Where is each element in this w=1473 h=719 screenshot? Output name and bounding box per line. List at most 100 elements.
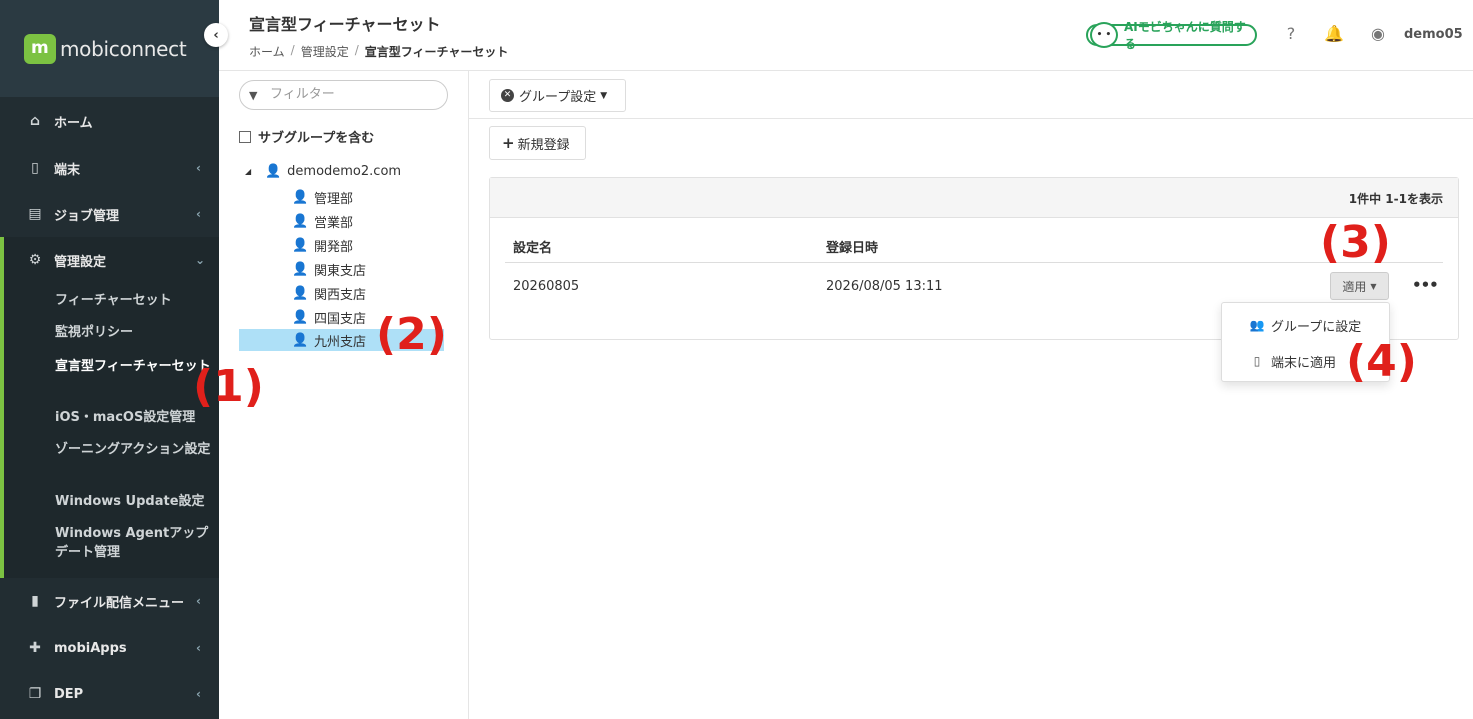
logo-area: mobiconnect: [0, 0, 219, 97]
tree-node[interactable]: 👤 管理部: [292, 186, 472, 208]
chevron-left-icon: ‹: [196, 687, 201, 701]
file-icon: ▮: [31, 593, 39, 609]
more-options-icon[interactable]: •••: [1412, 276, 1439, 294]
sidebar-item-device[interactable]: ▯ 端末 ‹: [0, 145, 219, 191]
tree-node-label: 関東支店: [314, 263, 367, 279]
robot-face-icon: • •: [1090, 22, 1118, 48]
help-icon[interactable]: ?: [1281, 24, 1301, 44]
device-icon: ▯: [1253, 354, 1261, 368]
apply-label: 適用: [1342, 279, 1367, 294]
menu-item-label: グループに設定: [1271, 319, 1362, 335]
user-name[interactable]: demo05: [1404, 27, 1463, 42]
user-icon[interactable]: ◉: [1368, 24, 1388, 44]
chevron-left-icon: ‹: [196, 207, 201, 221]
plus-icon: +: [502, 134, 515, 152]
checkbox[interactable]: [239, 130, 251, 143]
apply-dropdown-button[interactable]: 適用 ▼: [1330, 272, 1389, 300]
sidebar-item-home[interactable]: ⌂ ホーム: [0, 98, 219, 144]
breadcrumb-admin[interactable]: 管理設定: [301, 43, 349, 60]
chevron-left-icon: ‹: [196, 594, 201, 608]
filter-icon: ▼: [249, 89, 258, 102]
column-header-date[interactable]: 登録日時: [826, 237, 878, 256]
sidebar-sub-declarative-featureset[interactable]: 宣言型フィーチャーセット: [55, 357, 215, 376]
breadcrumb: ホーム / 管理設定 / 宣言型フィーチャーセット: [249, 43, 508, 60]
annotation-3: (3): [1320, 217, 1391, 268]
include-subgroups-label: サブグループを含む: [258, 131, 375, 146]
filter-input[interactable]: フィルター: [239, 80, 448, 110]
menu-item-label: 端末に適用: [1271, 355, 1337, 371]
table-header-bar: 1件中 1-1を表示: [490, 178, 1458, 218]
person-icon: 👤: [292, 332, 309, 348]
tree-node-label: 四国支店: [314, 311, 367, 327]
sidebar-group-admin: ⚙ 管理設定 ⌄ フィーチャーセット 監視ポリシー 宣言型フィーチャーセット i…: [0, 237, 219, 578]
tree-root-label: demodemo2.com: [287, 164, 402, 179]
header-divider: [505, 262, 1443, 263]
tree-node[interactable]: 👤 関西支店: [292, 282, 472, 304]
chevron-left-icon: ‹: [213, 27, 219, 43]
logo-icon: [24, 34, 56, 64]
sidebar-item-label: ファイル配信メニュー: [54, 595, 185, 611]
annotation-4: (4): [1346, 336, 1417, 387]
expand-triangle-icon[interactable]: ◢: [245, 167, 251, 176]
tree-node-label: 開発部: [314, 239, 354, 255]
copy-icon: ❐: [28, 686, 42, 702]
menu-item-group-setting[interactable]: 👥 グループに設定: [1222, 312, 1391, 338]
sidebar-item-file-delivery[interactable]: ▮ ファイル配信メニュー ‹: [0, 578, 219, 624]
include-subgroups-checkbox[interactable]: サブグループを含む: [239, 127, 374, 146]
annotation-2: (2): [376, 309, 447, 360]
chevron-left-icon: ‹: [196, 161, 201, 175]
chevron-left-icon: ‹: [196, 641, 201, 655]
users-icon: 👥: [1249, 318, 1265, 332]
sidebar-item-mobiapps[interactable]: ✚ mobiApps ‹: [0, 625, 219, 671]
group-setting-button[interactable]: ✕ グループ設定 ▼: [489, 79, 626, 112]
annotation-1: (1): [193, 361, 264, 412]
person-icon: 👤: [292, 309, 309, 325]
new-register-button[interactable]: + 新規登録: [489, 126, 586, 160]
person-icon: 👤: [292, 285, 309, 301]
content-divider: [469, 118, 1473, 119]
sidebar-sub-windows-update[interactable]: Windows Update設定: [55, 492, 215, 511]
job-icon: ▤: [28, 206, 42, 222]
sidebar-item-label: 端末: [54, 162, 81, 178]
caret-down-icon: ▼: [600, 90, 608, 101]
sidebar: mobiconnect ⌂ ホーム ▯ 端末 ‹ ▤ ジョブ管理 ‹ ⚙ 管理設…: [0, 0, 219, 719]
tree-root[interactable]: ◢ 👤 demodemo2.com: [245, 164, 401, 179]
ai-assistant-button[interactable]: • • AIモビちゃんに質問する: [1086, 20, 1257, 51]
tree-node[interactable]: 👤 開発部: [292, 234, 472, 256]
sidebar-sub-featureset[interactable]: フィーチャーセット: [55, 291, 215, 310]
tree-node[interactable]: 👤 関東支店: [292, 258, 472, 280]
close-circle-icon: ✕: [501, 89, 514, 102]
page-title: 宣言型フィーチャーセット: [249, 15, 441, 34]
logo-text: mobiconnect: [60, 37, 187, 61]
device-icon: ▯: [31, 160, 39, 176]
sidebar-item-admin-settings[interactable]: ⚙ 管理設定 ⌄: [4, 237, 223, 283]
puzzle-icon: ✚: [29, 640, 41, 656]
chevron-down-icon: ⌄: [194, 253, 205, 267]
logo[interactable]: mobiconnect: [24, 34, 187, 64]
breadcrumb-current: 宣言型フィーチャーセット: [364, 45, 509, 59]
sidebar-item-label: ホーム: [54, 115, 93, 131]
breadcrumb-separator: /: [290, 43, 295, 57]
bell-icon[interactable]: 🔔: [1324, 24, 1344, 44]
person-icon: 👤: [292, 237, 309, 253]
sidebar-sub-windows-agent[interactable]: Windows Agentアップデート管理: [55, 524, 215, 562]
tree-node-label: 管理部: [314, 191, 354, 207]
sidebar-collapse-button[interactable]: ‹: [204, 23, 228, 47]
sidebar-sub-ios-macos[interactable]: iOS・macOS設定管理: [55, 408, 215, 427]
gears-icon: ⚙: [28, 252, 42, 268]
caret-down-icon: ▼: [1370, 281, 1377, 291]
sidebar-item-label: mobiApps: [54, 640, 127, 656]
sidebar-item-dep[interactable]: ❐ DEP ‹: [0, 671, 219, 717]
column-header-name[interactable]: 設定名: [513, 237, 552, 256]
breadcrumb-home[interactable]: ホーム: [249, 43, 285, 60]
person-icon: 👤: [292, 189, 309, 205]
ai-assistant-label: AIモビちゃんに質問する: [1124, 20, 1246, 51]
cell-date: 2026/08/05 13:11: [826, 279, 943, 294]
sidebar-item-job[interactable]: ▤ ジョブ管理 ‹: [0, 191, 219, 237]
person-icon: 👤: [265, 164, 282, 179]
person-icon: 👤: [292, 261, 309, 277]
tree-node-label: 関西支店: [314, 287, 367, 303]
sidebar-sub-zoning[interactable]: ゾーニングアクション設定: [55, 440, 215, 459]
sidebar-sub-monitor-policy[interactable]: 監視ポリシー: [55, 323, 215, 342]
tree-node[interactable]: 👤 営業部: [292, 210, 472, 232]
